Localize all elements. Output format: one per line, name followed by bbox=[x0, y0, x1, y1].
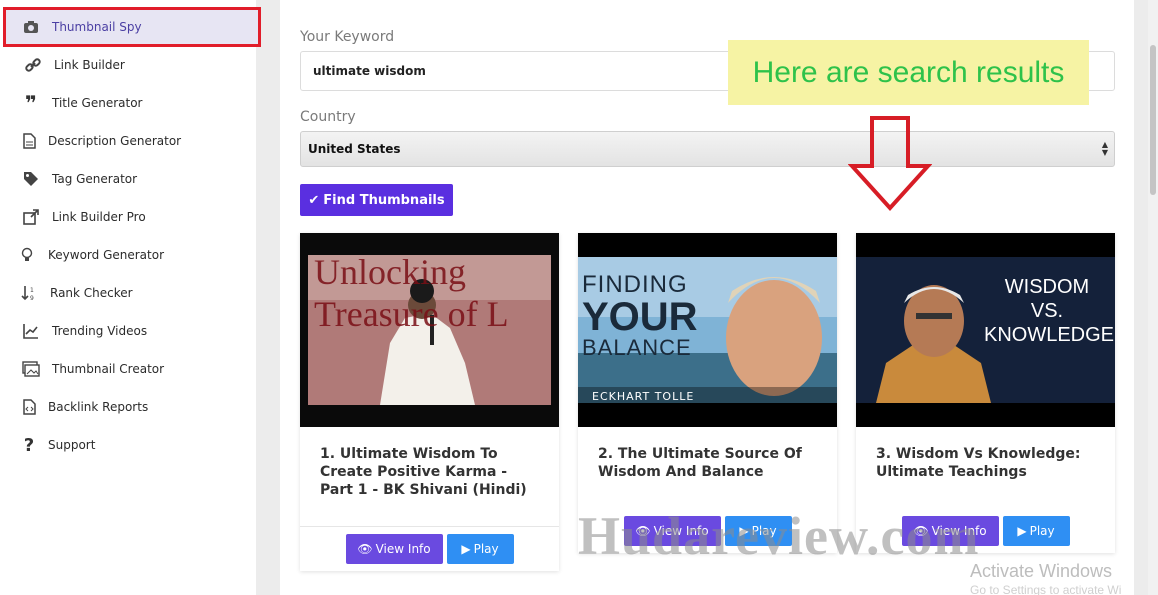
tag-icon bbox=[22, 170, 40, 188]
arrow-down-icon bbox=[848, 116, 932, 211]
sidebar-item-trending-videos[interactable]: Trending Videos bbox=[0, 312, 256, 350]
sidebar: Thumbnail Spy Link Builder ❞ Title Gener… bbox=[0, 0, 261, 595]
play-label: Play bbox=[1029, 524, 1055, 538]
svg-text:9: 9 bbox=[30, 295, 34, 301]
camera-icon bbox=[22, 18, 40, 36]
images-icon bbox=[22, 360, 40, 378]
sidebar-item-label: Support bbox=[48, 438, 96, 452]
quote-icon: ❞ bbox=[25, 91, 37, 115]
result-thumbnail-3[interactable]: WISDOM VS. KNOWLEDGE bbox=[856, 233, 1115, 427]
link-icon bbox=[24, 56, 42, 74]
play-icon: ▶ bbox=[1017, 524, 1027, 538]
result-actions-1: 👁 View Info ▶ Play bbox=[300, 534, 559, 564]
result-thumbnail-2[interactable]: FINDING YOUR BALANCE ECKHART TOLLE bbox=[578, 233, 837, 427]
view-info-button[interactable]: 👁 View Info bbox=[345, 534, 443, 564]
sidebar-item-label: Backlink Reports bbox=[48, 400, 149, 414]
thumb-2-text: FINDING YOUR BALANCE bbox=[582, 271, 698, 360]
play-label: Play bbox=[473, 542, 499, 556]
sidebar-item-support[interactable]: ? Support bbox=[0, 426, 256, 464]
sidebar-item-label: Trending Videos bbox=[52, 324, 148, 338]
external-link-icon bbox=[22, 208, 40, 226]
sidebar-item-tag-generator[interactable]: Tag Generator bbox=[0, 160, 256, 198]
lightbulb-icon bbox=[18, 246, 36, 264]
sidebar-item-description-generator[interactable]: Description Generator bbox=[0, 122, 256, 160]
sidebar-item-title-generator[interactable]: ❞ Title Generator bbox=[0, 84, 256, 122]
sidebar-item-thumbnail-spy[interactable]: Thumbnail Spy bbox=[3, 7, 261, 47]
sidebar-item-label: Thumbnail Creator bbox=[52, 362, 165, 376]
card-divider bbox=[300, 526, 559, 527]
sidebar-item-label: Description Generator bbox=[48, 134, 182, 148]
code-file-icon bbox=[20, 398, 38, 416]
select-arrows-icon: ▲ ▼ bbox=[1101, 140, 1108, 157]
play-button[interactable]: ▶ Play bbox=[1002, 516, 1070, 546]
find-thumbnails-button[interactable]: ✔ Find Thumbnails bbox=[300, 184, 453, 216]
check-icon: ✔ bbox=[308, 192, 320, 208]
chart-icon bbox=[22, 322, 40, 340]
document-icon bbox=[20, 132, 38, 150]
find-thumbnails-label: Find Thumbnails bbox=[323, 192, 445, 208]
thumb-3-text: WISDOM VS. KNOWLEDGE bbox=[984, 276, 1115, 346]
country-label: Country bbox=[300, 109, 356, 125]
sidebar-item-label: Thumbnail Spy bbox=[52, 20, 142, 34]
activate-windows-subtitle: Go to Settings to activate Wi bbox=[970, 583, 1122, 595]
svg-text:1: 1 bbox=[30, 287, 34, 294]
sidebar-item-label: Link Builder bbox=[54, 58, 125, 72]
sidebar-item-link-builder-pro[interactable]: Link Builder Pro bbox=[0, 198, 256, 236]
thumb-2-caption: ECKHART TOLLE bbox=[592, 390, 695, 403]
search-results-callout: Here are search results bbox=[728, 40, 1089, 105]
country-select[interactable]: United States ▲ ▼ bbox=[300, 131, 1115, 167]
sidebar-item-thumbnail-creator[interactable]: Thumbnail Creator bbox=[0, 350, 256, 388]
keyword-label: Your Keyword bbox=[300, 29, 395, 45]
sidebar-item-backlink-reports[interactable]: Backlink Reports bbox=[0, 388, 256, 426]
sidebar-item-label: Link Builder Pro bbox=[52, 210, 146, 224]
question-icon: ? bbox=[23, 434, 35, 456]
view-info-label: View Info bbox=[375, 542, 431, 556]
sidebar-item-rank-checker[interactable]: 19 Rank Checker bbox=[0, 274, 256, 312]
sidebar-item-label: Title Generator bbox=[52, 96, 143, 110]
scrollbar-thumb[interactable] bbox=[1150, 45, 1156, 195]
result-title-3: 3. Wisdom Vs Knowledge: Ultimate Teachin… bbox=[876, 446, 1081, 480]
result-title-2: 2. The Ultimate Source Of Wisdom And Bal… bbox=[598, 446, 802, 480]
result-thumbnail-1[interactable]: Unlocking Treasure of L bbox=[300, 233, 559, 427]
watermark: Hudareview.com bbox=[578, 506, 980, 566]
play-button[interactable]: ▶ Play bbox=[446, 534, 514, 564]
sidebar-item-label: Tag Generator bbox=[52, 172, 138, 186]
play-icon: ▶ bbox=[461, 542, 471, 556]
sidebar-item-label: Keyword Generator bbox=[48, 248, 165, 262]
result-card-1: Unlocking Treasure of L 1. Ultimate Wisd… bbox=[300, 233, 559, 571]
thumb-1-text: Unlocking Treasure of L bbox=[314, 252, 509, 334]
sidebar-item-label: Rank Checker bbox=[50, 286, 133, 300]
result-title-1: 1. Ultimate Wisdom To Create Positive Ka… bbox=[320, 446, 527, 498]
sort-icon: 19 bbox=[20, 284, 38, 302]
country-select-value: United States bbox=[308, 142, 401, 156]
eye-icon: 👁 bbox=[357, 542, 373, 556]
activate-windows-title: Activate Windows bbox=[970, 561, 1113, 581]
sidebar-item-keyword-generator[interactable]: Keyword Generator bbox=[0, 236, 256, 274]
scrollbar[interactable] bbox=[1148, 0, 1158, 595]
sidebar-item-link-builder[interactable]: Link Builder bbox=[0, 46, 256, 84]
